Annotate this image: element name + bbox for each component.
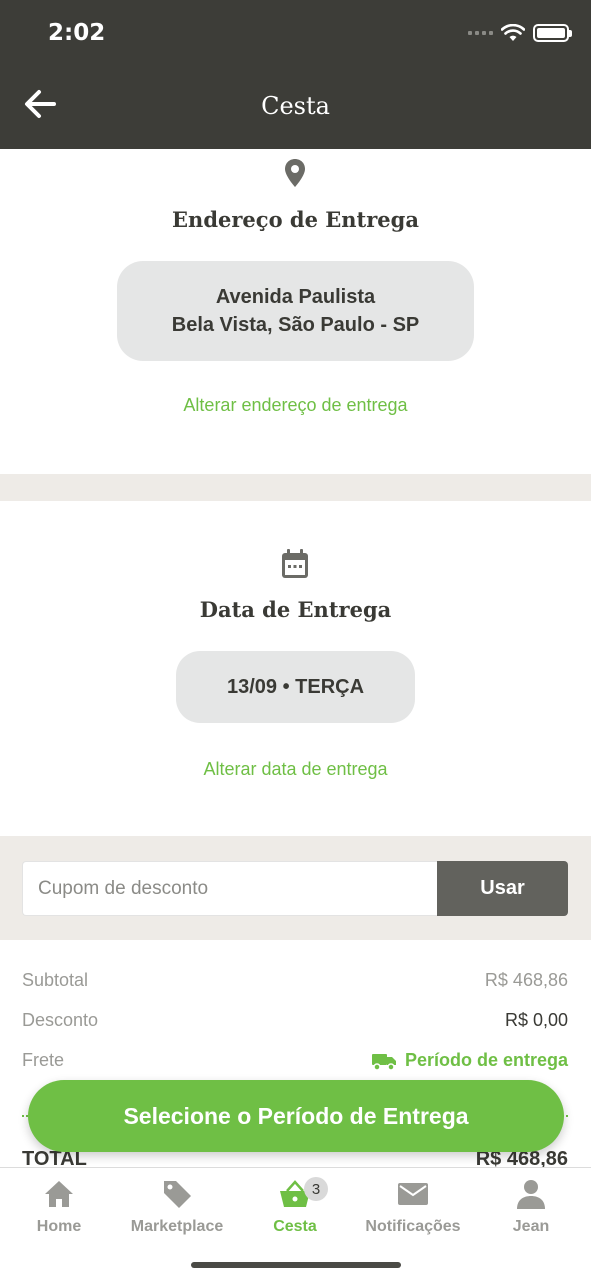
home-icon <box>45 1181 73 1207</box>
delivery-address-section: Endereço de Entrega Avenida Paulista Bel… <box>0 149 591 474</box>
tab-label: Jean <box>512 1218 550 1235</box>
delivery-truck-icon <box>371 1053 396 1071</box>
location-pin-icon <box>285 159 305 187</box>
status-icons <box>468 24 572 42</box>
subtotal-label: Subtotal <box>22 970 89 990</box>
select-delivery-period-button[interactable]: Selecione o Período de Entrega <box>28 1080 564 1152</box>
discount-row: Desconto R$ 0,00 <box>22 1010 568 1031</box>
shipping-value: Período de entrega <box>371 1050 568 1071</box>
tab-notificacoes[interactable]: Notificações <box>354 1174 472 1236</box>
address-heading: Endereço de Entrega <box>172 207 419 232</box>
tab-profile[interactable]: Jean <box>472 1174 590 1236</box>
user-icon <box>517 1180 545 1209</box>
tab-label: Home <box>36 1218 82 1235</box>
tab-marketplace[interactable]: Marketplace <box>118 1174 236 1236</box>
apply-coupon-button[interactable]: Usar <box>437 861 568 916</box>
address-card: Avenida Paulista Bela Vista, São Paulo -… <box>117 261 474 361</box>
coupon-input[interactable] <box>22 861 438 916</box>
tag-icon <box>164 1181 191 1208</box>
home-indicator <box>191 1262 401 1268</box>
top-bar: 2:02 Cesta <box>0 0 591 149</box>
calendar-icon <box>282 549 308 578</box>
tab-label: Marketplace <box>130 1218 224 1235</box>
tab-label: Cesta <box>273 1218 317 1235</box>
envelope-icon <box>398 1183 428 1205</box>
page-title: Cesta <box>261 92 330 120</box>
signal-icon <box>468 31 493 35</box>
battery-icon <box>533 24 572 42</box>
date-heading: Data de Entrega <box>199 597 392 622</box>
delivery-date-section: Data de Entrega 13/09 • TERÇA Alterar da… <box>0 501 591 836</box>
shipping-value-text: Período de entrega <box>404 1050 568 1070</box>
change-date-link[interactable]: Alterar data de entrega <box>0 759 591 780</box>
discount-value: R$ 0,00 <box>504 1010 568 1030</box>
tab-home[interactable]: Home <box>0 1174 118 1236</box>
discount-label: Desconto <box>22 1010 99 1030</box>
status-time: 2:02 <box>48 20 106 46</box>
change-address-link[interactable]: Alterar endereço de entrega <box>0 395 591 416</box>
delivery-date-value: 13/09 • TERÇA <box>176 651 415 723</box>
section-divider <box>0 474 591 501</box>
wifi-icon <box>501 24 525 41</box>
address-line-1: Avenida Paulista <box>215 286 376 308</box>
shipping-label: Frete <box>22 1050 65 1070</box>
address-line-2: Bela Vista, São Paulo - SP <box>171 314 420 336</box>
coupon-section: Usar <box>0 836 591 940</box>
cart-count-badge: 3 <box>304 1177 328 1201</box>
subtotal-value: R$ 468,86 <box>484 970 568 990</box>
shipping-row: Frete Período de entrega <box>22 1050 568 1071</box>
subtotal-row: Subtotal R$ 468,86 <box>22 970 568 991</box>
tab-cesta[interactable]: 3 Cesta <box>236 1174 354 1236</box>
tab-label: Notificações <box>365 1218 461 1235</box>
